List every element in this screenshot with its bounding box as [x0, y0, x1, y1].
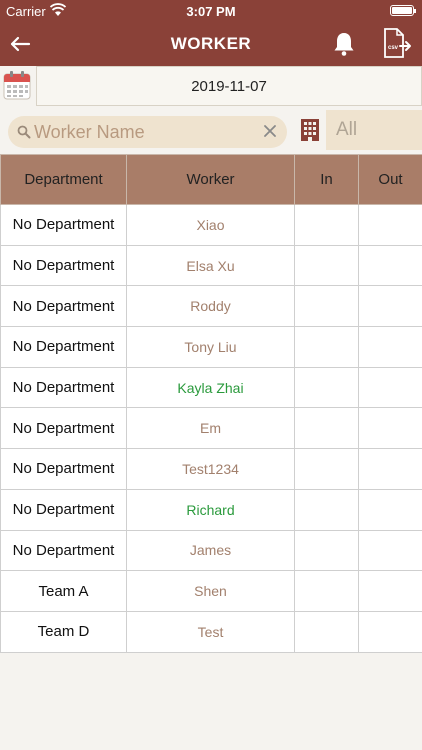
clear-icon[interactable]	[263, 124, 277, 138]
department-filter[interactable]: All	[326, 110, 422, 150]
column-header-in: In	[294, 154, 359, 205]
in-cell	[294, 285, 359, 328]
worker-cell: Kayla Zhai	[126, 366, 295, 409]
table-row[interactable]: No Department Richard	[0, 488, 422, 531]
date-field[interactable]: 2019-11-07	[36, 66, 422, 106]
in-cell	[294, 448, 359, 490]
column-header-worker: Worker	[126, 154, 295, 205]
table-header: Department Worker In Out	[0, 154, 422, 205]
department-cell: No Department	[0, 529, 127, 572]
table-row[interactable]: No Department Tony Liu	[0, 326, 422, 368]
worker-name-input[interactable]	[34, 118, 262, 146]
in-cell	[294, 529, 359, 572]
department-cell: Team A	[0, 570, 127, 612]
department-cell: No Department	[0, 488, 127, 531]
page-title: WORKER	[170, 34, 252, 53]
out-cell	[358, 448, 422, 490]
worker-cell: Em	[126, 407, 295, 450]
out-cell	[358, 610, 422, 653]
out-cell	[358, 204, 422, 246]
in-cell	[294, 570, 359, 612]
department-cell: No Department	[0, 366, 127, 409]
out-cell	[358, 488, 422, 531]
department-cell: No Department	[0, 407, 127, 450]
worker-cell: Test	[126, 610, 295, 653]
attendance-table: Department Worker In Out No Department Xi…	[0, 154, 422, 653]
search-icon	[17, 125, 31, 139]
table-row[interactable]: No Department Xiao	[0, 204, 422, 246]
csv-label: csv	[388, 45, 399, 51]
search-bar	[8, 116, 287, 148]
out-cell	[358, 366, 422, 409]
date-row: 2019-11-07	[0, 66, 422, 106]
department-cell: No Department	[0, 326, 127, 368]
csv-export-icon[interactable]: csv	[382, 27, 412, 59]
battery-icon	[390, 5, 416, 16]
worker-cell: Roddy	[126, 285, 295, 328]
out-cell	[358, 570, 422, 612]
in-cell	[294, 244, 359, 287]
in-cell	[294, 204, 359, 246]
out-cell	[358, 244, 422, 287]
in-cell	[294, 407, 359, 450]
out-cell	[358, 285, 422, 328]
search-row: All	[0, 106, 422, 154]
in-cell	[294, 366, 359, 409]
table-row[interactable]: No Department Test1234	[0, 448, 422, 490]
department-cell: No Department	[0, 244, 127, 287]
nav-bar: WORKER csv	[0, 22, 422, 66]
table-row[interactable]: Team D Test	[0, 610, 422, 653]
worker-cell: Test1234	[126, 448, 295, 490]
out-cell	[358, 326, 422, 368]
worker-cell: Xiao	[126, 204, 295, 246]
in-cell	[294, 488, 359, 531]
clock: 3:07 PM	[186, 4, 236, 19]
out-cell	[358, 529, 422, 572]
column-header-out: Out	[358, 154, 422, 205]
worker-cell: Richard	[126, 488, 295, 531]
department-cell: No Department	[0, 285, 127, 328]
in-cell	[294, 326, 359, 368]
table-row[interactable]: Team A Shen	[0, 570, 422, 612]
worker-cell: Shen	[126, 570, 295, 612]
in-cell	[294, 610, 359, 653]
worker-cell: Elsa Xu	[126, 244, 295, 287]
worker-cell: Tony Liu	[126, 326, 295, 368]
department-cell: No Department	[0, 204, 127, 246]
department-cell: No Department	[0, 448, 127, 490]
department-cell: Team D	[0, 610, 127, 653]
table-row[interactable]: No Department Kayla Zhai	[0, 366, 422, 409]
worker-cell: James	[126, 529, 295, 572]
bell-icon[interactable]	[332, 31, 356, 57]
table-row[interactable]: No Department Em	[0, 407, 422, 450]
out-cell	[358, 407, 422, 450]
status-bar: Carrier 3:07 PM	[0, 0, 422, 22]
building-icon	[301, 119, 319, 141]
calendar-icon[interactable]	[3, 70, 31, 100]
column-header-department: Department	[0, 154, 127, 205]
table-row[interactable]: No Department Elsa Xu	[0, 244, 422, 287]
table-row[interactable]: No Department James	[0, 529, 422, 572]
table-row[interactable]: No Department Roddy	[0, 285, 422, 328]
